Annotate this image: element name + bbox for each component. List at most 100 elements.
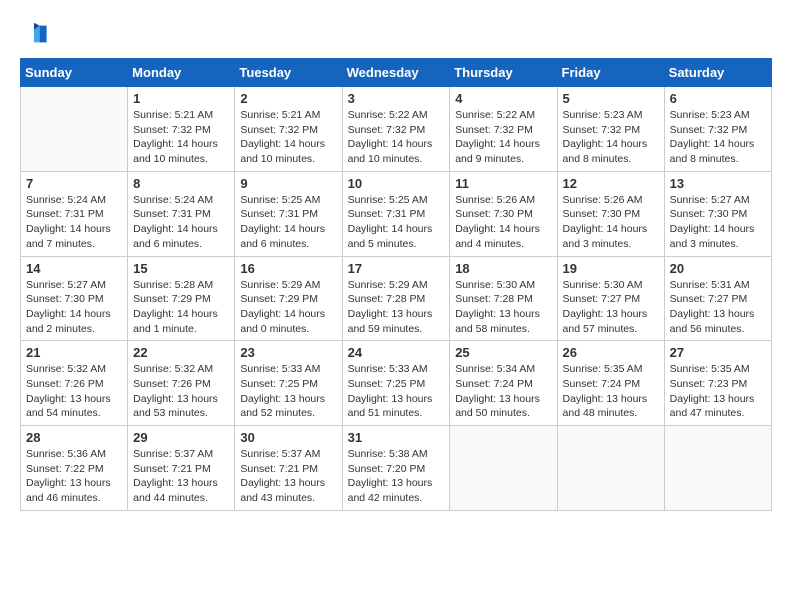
day-info: Sunrise: 5:26 AM Sunset: 7:30 PM Dayligh… xyxy=(563,193,659,252)
day-number: 10 xyxy=(348,176,445,191)
calendar-cell: 7 Sunrise: 5:24 AM Sunset: 7:31 PM Daylig… xyxy=(21,171,128,256)
calendar-cell: 27 Sunrise: 5:35 AM Sunset: 7:23 PM Dayli… xyxy=(664,341,771,426)
calendar-cell: 19 Sunrise: 5:30 AM Sunset: 7:27 PM Dayli… xyxy=(557,256,664,341)
weekday-header-thursday: Thursday xyxy=(450,59,557,87)
day-number: 6 xyxy=(670,91,766,106)
day-info: Sunrise: 5:36 AM Sunset: 7:22 PM Dayligh… xyxy=(26,447,122,506)
calendar-week-row: 28 Sunrise: 5:36 AM Sunset: 7:22 PM Dayli… xyxy=(21,426,772,511)
calendar-cell: 3 Sunrise: 5:22 AM Sunset: 7:32 PM Daylig… xyxy=(342,87,450,172)
day-info: Sunrise: 5:25 AM Sunset: 7:31 PM Dayligh… xyxy=(348,193,445,252)
day-number: 29 xyxy=(133,430,229,445)
weekday-header-monday: Monday xyxy=(128,59,235,87)
calendar-cell: 22Sunrise: 5:32 AM Sunset: 7:26 PM Dayli… xyxy=(128,341,235,426)
day-number: 16 xyxy=(240,261,336,276)
day-number: 11 xyxy=(455,176,551,191)
calendar-cell: 4 Sunrise: 5:22 AM Sunset: 7:32 PM Daylig… xyxy=(450,87,557,172)
calendar-cell: 1 Sunrise: 5:21 AM Sunset: 7:32 PM Daylig… xyxy=(128,87,235,172)
day-number: 25 xyxy=(455,345,551,360)
day-number: 14 xyxy=(26,261,122,276)
calendar-cell: 29 Sunrise: 5:37 AM Sunset: 7:21 PM Dayli… xyxy=(128,426,235,511)
day-info: Sunrise: 5:26 AM Sunset: 7:30 PM Dayligh… xyxy=(455,193,551,252)
calendar-cell: 11 Sunrise: 5:26 AM Sunset: 7:30 PM Dayli… xyxy=(450,171,557,256)
calendar-cell: 26 Sunrise: 5:35 AM Sunset: 7:24 PM Dayli… xyxy=(557,341,664,426)
calendar-cell: 18 Sunrise: 5:30 AM Sunset: 7:28 PM Dayli… xyxy=(450,256,557,341)
calendar-cell: 31 Sunrise: 5:38 AM Sunset: 7:20 PM Dayli… xyxy=(342,426,450,511)
calendar-cell: 21Sunrise: 5:32 AM Sunset: 7:26 PM Dayli… xyxy=(21,341,128,426)
day-info: Sunrise: 5:30 AM Sunset: 7:27 PM Dayligh… xyxy=(563,278,659,337)
calendar-cell: 23Sunrise: 5:33 AM Sunset: 7:25 PM Dayli… xyxy=(235,341,342,426)
day-info: Sunrise: 5:24 AM Sunset: 7:31 PM Dayligh… xyxy=(133,193,229,252)
day-number: 18 xyxy=(455,261,551,276)
day-info: Sunrise: 5:25 AM Sunset: 7:31 PM Dayligh… xyxy=(240,193,336,252)
calendar-cell: 17 Sunrise: 5:29 AM Sunset: 7:28 PM Dayli… xyxy=(342,256,450,341)
calendar-table: SundayMondayTuesdayWednesdayThursdayFrid… xyxy=(20,58,772,511)
day-number: 24 xyxy=(348,345,445,360)
day-info: Sunrise: 5:35 AM Sunset: 7:23 PM Dayligh… xyxy=(670,362,766,421)
calendar-cell: 6Sunrise: 5:23 AM Sunset: 7:32 PM Daylig… xyxy=(664,87,771,172)
day-info: Sunrise: 5:32 AM Sunset: 7:26 PM Dayligh… xyxy=(26,362,122,421)
day-info: Sunrise: 5:37 AM Sunset: 7:21 PM Dayligh… xyxy=(240,447,336,506)
calendar-cell: 16 Sunrise: 5:29 AM Sunset: 7:29 PM Dayli… xyxy=(235,256,342,341)
day-info: Sunrise: 5:37 AM Sunset: 7:21 PM Dayligh… xyxy=(133,447,229,506)
day-info: Sunrise: 5:33 AM Sunset: 7:25 PM Dayligh… xyxy=(348,362,445,421)
day-info: Sunrise: 5:38 AM Sunset: 7:20 PM Dayligh… xyxy=(348,447,445,506)
day-number: 5 xyxy=(563,91,659,106)
weekday-header-saturday: Saturday xyxy=(664,59,771,87)
day-number: 3 xyxy=(348,91,445,106)
day-number: 31 xyxy=(348,430,445,445)
calendar-cell: 13 Sunrise: 5:27 AM Sunset: 7:30 PM Dayli… xyxy=(664,171,771,256)
weekday-header-tuesday: Tuesday xyxy=(235,59,342,87)
day-info: Sunrise: 5:27 AM Sunset: 7:30 PM Dayligh… xyxy=(670,193,766,252)
logo-icon xyxy=(20,20,48,48)
day-info: Sunrise: 5:23 AM Sunset: 7:32 PM Dayligh… xyxy=(563,108,659,167)
day-number: 20 xyxy=(670,261,766,276)
day-info: Sunrise: 5:22 AM Sunset: 7:32 PM Dayligh… xyxy=(455,108,551,167)
calendar-week-row: 1 Sunrise: 5:21 AM Sunset: 7:32 PM Daylig… xyxy=(21,87,772,172)
calendar-cell: 20 Sunrise: 5:31 AM Sunset: 7:27 PM Dayli… xyxy=(664,256,771,341)
weekday-header-wednesday: Wednesday xyxy=(342,59,450,87)
calendar-cell: 28 Sunrise: 5:36 AM Sunset: 7:22 PM Dayli… xyxy=(21,426,128,511)
calendar-cell: 10 Sunrise: 5:25 AM Sunset: 7:31 PM Dayli… xyxy=(342,171,450,256)
day-number: 15 xyxy=(133,261,229,276)
calendar-cell: 2 Sunrise: 5:21 AM Sunset: 7:32 PM Daylig… xyxy=(235,87,342,172)
calendar-cell: 5 Sunrise: 5:23 AM Sunset: 7:32 PM Daylig… xyxy=(557,87,664,172)
day-info: Sunrise: 5:35 AM Sunset: 7:24 PM Dayligh… xyxy=(563,362,659,421)
day-info: Sunrise: 5:32 AM Sunset: 7:26 PM Dayligh… xyxy=(133,362,229,421)
day-info: Sunrise: 5:21 AM Sunset: 7:32 PM Dayligh… xyxy=(240,108,336,167)
day-info: Sunrise: 5:34 AM Sunset: 7:24 PM Dayligh… xyxy=(455,362,551,421)
day-number: 7 xyxy=(26,176,122,191)
day-number: 9 xyxy=(240,176,336,191)
day-number: 26 xyxy=(563,345,659,360)
calendar-cell xyxy=(450,426,557,511)
day-info: Sunrise: 5:33 AM Sunset: 7:25 PM Dayligh… xyxy=(240,362,336,421)
day-number: 8 xyxy=(133,176,229,191)
page-header xyxy=(20,20,772,48)
day-info: Sunrise: 5:30 AM Sunset: 7:28 PM Dayligh… xyxy=(455,278,551,337)
weekday-header-sunday: Sunday xyxy=(21,59,128,87)
day-number: 4 xyxy=(455,91,551,106)
day-info: Sunrise: 5:24 AM Sunset: 7:31 PM Dayligh… xyxy=(26,193,122,252)
day-number: 28 xyxy=(26,430,122,445)
day-info: Sunrise: 5:21 AM Sunset: 7:32 PM Dayligh… xyxy=(133,108,229,167)
calendar-cell: 25 Sunrise: 5:34 AM Sunset: 7:24 PM Dayli… xyxy=(450,341,557,426)
day-info: Sunrise: 5:28 AM Sunset: 7:29 PM Dayligh… xyxy=(133,278,229,337)
calendar-week-row: 21Sunrise: 5:32 AM Sunset: 7:26 PM Dayli… xyxy=(21,341,772,426)
calendar-cell xyxy=(664,426,771,511)
weekday-header-friday: Friday xyxy=(557,59,664,87)
calendar-cell: 8 Sunrise: 5:24 AM Sunset: 7:31 PM Daylig… xyxy=(128,171,235,256)
day-info: Sunrise: 5:31 AM Sunset: 7:27 PM Dayligh… xyxy=(670,278,766,337)
day-number: 1 xyxy=(133,91,229,106)
day-number: 27 xyxy=(670,345,766,360)
day-number: 19 xyxy=(563,261,659,276)
day-number: 30 xyxy=(240,430,336,445)
calendar-week-row: 7 Sunrise: 5:24 AM Sunset: 7:31 PM Daylig… xyxy=(21,171,772,256)
day-info: Sunrise: 5:22 AM Sunset: 7:32 PM Dayligh… xyxy=(348,108,445,167)
calendar-cell xyxy=(557,426,664,511)
day-number: 2 xyxy=(240,91,336,106)
day-info: Sunrise: 5:29 AM Sunset: 7:28 PM Dayligh… xyxy=(348,278,445,337)
day-number: 13 xyxy=(670,176,766,191)
calendar-cell: 14Sunrise: 5:27 AM Sunset: 7:30 PM Dayli… xyxy=(21,256,128,341)
day-number: 17 xyxy=(348,261,445,276)
day-info: Sunrise: 5:29 AM Sunset: 7:29 PM Dayligh… xyxy=(240,278,336,337)
logo xyxy=(20,20,52,48)
